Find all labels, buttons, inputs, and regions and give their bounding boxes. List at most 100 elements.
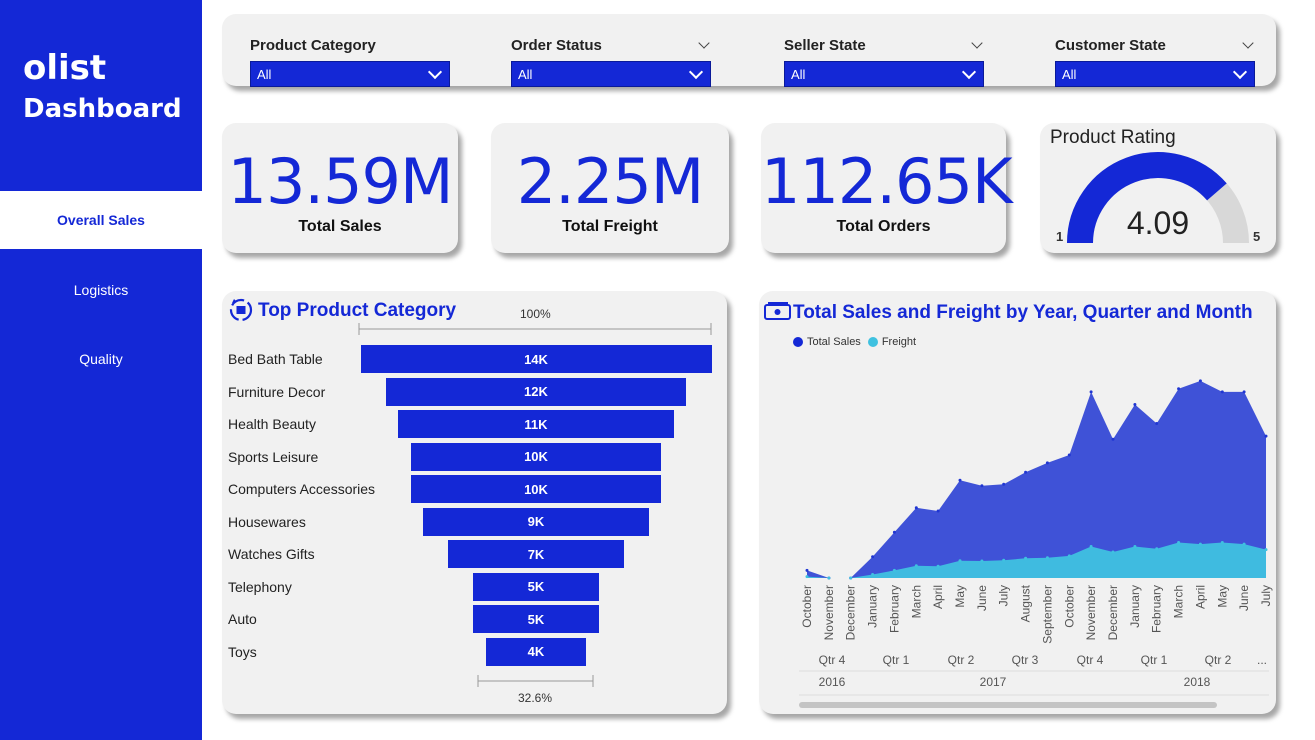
gauge-max: 5 [1253,229,1261,244]
data-point[interactable] [805,568,809,572]
data-point[interactable] [1133,403,1137,406]
data-point[interactable] [1133,545,1137,548]
data-point[interactable] [1177,541,1181,544]
data-point[interactable] [980,484,984,488]
funnel-bar[interactable]: 10K [410,475,662,503]
x-tick-label: May [953,585,967,608]
chevron-down-icon [688,64,704,79]
data-point[interactable] [914,506,918,510]
data-point[interactable] [958,559,962,563]
area-chart: October November December January February Ma… [799,379,1273,696]
funnel-bar[interactable]: 5K [473,572,599,601]
data-point[interactable] [1155,422,1159,425]
product-category-dropdown[interactable]: All [250,61,450,87]
sidebar: olist Dashboard Overall Sales Logistics … [0,0,202,740]
funnel-bar[interactable]: 4K [485,637,587,666]
chevron-down-icon[interactable] [698,36,710,49]
data-point[interactable] [1198,542,1202,546]
nav-quality[interactable]: Quality [0,330,202,388]
nav-logistics[interactable]: Logistics [0,261,202,319]
nav-overall-sales[interactable]: Overall Sales [0,191,202,249]
app-logo: olist [23,48,107,88]
funnel-category-label: Telephony [228,578,292,595]
top-product-category-card: Top Product Category 100% Bed Bath Table… [222,291,727,714]
data-point[interactable] [1045,556,1049,560]
data-point[interactable] [1002,482,1006,486]
quarter-label: Qtr 1 [883,653,910,667]
x-tick-label: October [1062,585,1076,628]
data-point[interactable] [1067,554,1071,558]
data-point[interactable] [1111,550,1115,554]
data-point[interactable] [871,555,875,559]
data-point[interactable] [1198,379,1202,383]
dropdown-value: All [257,66,272,82]
data-point[interactable] [1220,390,1224,394]
kpi-value: 13.59M [227,145,454,218]
funnel-bar[interactable]: 12K [385,377,687,406]
x-tick-label: February [1150,585,1164,633]
funnel-bar[interactable]: 9K [423,507,649,536]
data-point[interactable] [1045,461,1049,465]
funnel-bar[interactable]: 7K [448,540,624,568]
data-point[interactable] [1024,556,1028,560]
year-label: 2017 [980,675,1007,689]
data-point[interactable] [1242,390,1246,394]
data-point[interactable] [1264,434,1268,438]
funnel-category-label: Toys [228,643,257,660]
x-tick-label: June [975,585,989,611]
funnel-category-label: Health Beauty [228,416,316,432]
data-point[interactable] [1220,541,1224,544]
data-point[interactable] [892,568,896,572]
data-point[interactable] [980,559,984,563]
data-point[interactable] [1089,390,1093,394]
filter-label: Customer State [1055,36,1166,54]
funnel-bottom-percent: 32.6% [518,691,553,705]
filter-product-category: Product Category All [250,34,450,87]
year-label: 2016 [819,675,846,689]
data-point[interactable] [892,530,896,534]
data-point[interactable] [1002,558,1006,562]
data-point[interactable] [805,575,809,579]
chevron-down-icon[interactable] [971,36,983,49]
funnel-bar[interactable]: 10K [410,442,662,471]
data-point[interactable] [958,478,962,482]
funnel-bar[interactable]: 14K [360,345,712,373]
x-tick-label: December [1106,585,1120,640]
kpi-value: 2.25M [516,145,705,218]
data-point[interactable] [1242,542,1246,546]
kpi-label: Total Freight [562,218,658,235]
chevron-down-icon [427,64,443,79]
horizontal-scrollbar[interactable] [799,702,1217,708]
funnel-category-label: Auto [228,611,257,627]
seller-state-dropdown[interactable]: All [784,61,984,87]
order-status-dropdown[interactable]: All [511,61,711,87]
funnel-category-label: Computers Accessories [228,481,376,497]
x-tick-label: March [1172,585,1186,618]
funnel-bar[interactable]: 5K [473,605,599,633]
funnel-category-label: Furniture Decor [228,383,326,400]
data-point[interactable] [1024,470,1028,474]
data-point[interactable] [1155,547,1159,551]
data-point[interactable] [1089,545,1093,548]
kpi-label: Total Sales [298,218,382,235]
data-point[interactable] [1111,437,1115,441]
x-tick-label: April [931,585,945,609]
data-point[interactable] [1264,548,1268,552]
chevron-down-icon[interactable] [1242,36,1254,49]
funnel-bar[interactable]: 11K [398,410,674,438]
data-point[interactable] [1067,453,1071,457]
quarter-label: Qtr 1 [1141,653,1168,667]
data-point[interactable] [849,576,853,580]
data-point[interactable] [1177,387,1181,391]
chevron-down-icon [961,64,977,79]
data-point[interactable] [936,564,940,568]
x-tick-label: June [1237,585,1251,611]
x-tick-label: October [800,585,814,628]
data-point[interactable] [936,509,940,513]
data-point[interactable] [871,573,875,576]
x-tick-label: September [1040,585,1054,644]
data-point[interactable] [827,576,831,580]
data-point[interactable] [914,564,918,568]
kpi-total-freight: 2.25M Total Freight [491,123,729,253]
customer-state-dropdown[interactable]: All [1055,61,1255,87]
